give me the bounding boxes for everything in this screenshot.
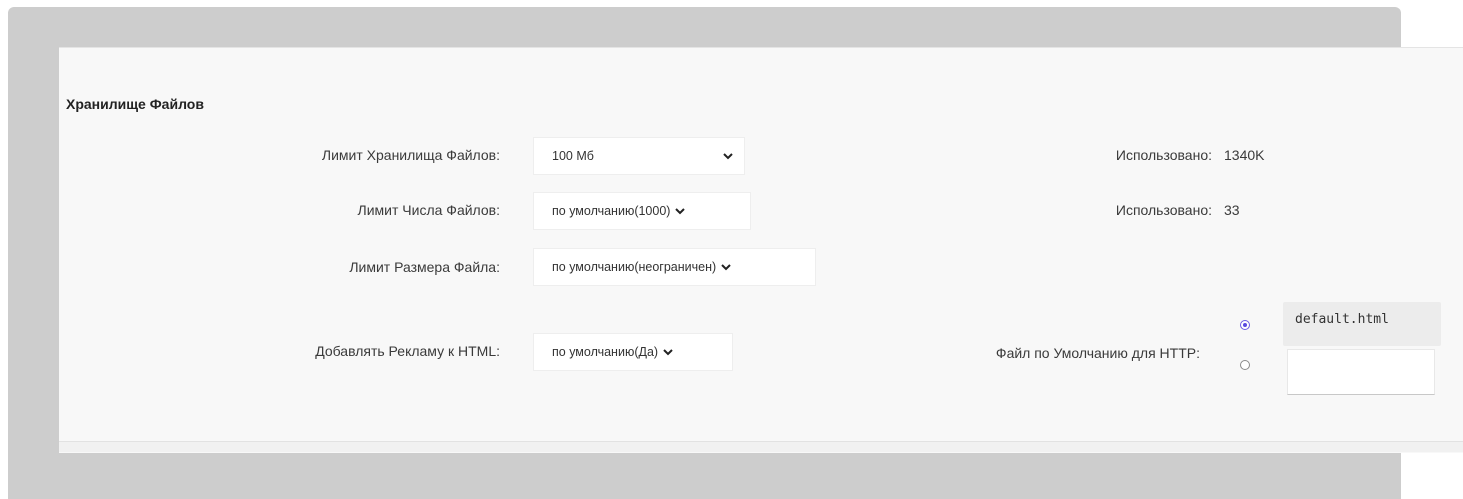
panel-bottom-edge xyxy=(59,441,1463,452)
default-file-preset-radio[interactable] xyxy=(1240,320,1250,330)
file-count-used-label: Использовано: xyxy=(1115,202,1212,218)
chevron-down-icon xyxy=(663,349,673,356)
file-count-limit-value: по умолчанию(1000) xyxy=(552,204,671,218)
storage-used-value: 1340K xyxy=(1224,147,1265,163)
default-file-preset-value: default.html xyxy=(1283,302,1441,346)
default-file-custom-radio[interactable] xyxy=(1240,360,1250,370)
file-size-limit-select[interactable]: по умолчанию(неограничен) xyxy=(533,248,816,286)
default-http-file-label: Файл по Умолчанию для HTTP: xyxy=(995,345,1200,361)
storage-limit-label: Лимит Хранилища Файлов: xyxy=(321,147,500,163)
default-file-custom-input[interactable] xyxy=(1287,349,1435,395)
storage-used-label: Использовано: xyxy=(1115,147,1212,163)
add-ads-html-select[interactable]: по умолчанию(Да) xyxy=(533,333,733,371)
add-ads-html-label: Добавлять Рекламу к HTML: xyxy=(315,343,500,359)
storage-limit-value: 100 Мб xyxy=(552,149,594,163)
file-size-limit-label: Лимит Размера Файла: xyxy=(349,259,500,275)
file-count-used-value: 33 xyxy=(1224,202,1240,218)
chevron-down-icon xyxy=(675,208,686,215)
file-count-limit-select[interactable]: по умолчанию(1000) xyxy=(533,192,751,230)
file-count-limit-label: Лимит Числа Файлов: xyxy=(357,202,500,218)
chevron-down-icon xyxy=(723,153,733,160)
add-ads-html-value: по умолчанию(Да) xyxy=(552,345,659,359)
storage-limit-select[interactable]: 100 Мб xyxy=(533,137,745,175)
file-size-limit-value: по умолчанию(неограничен) xyxy=(552,260,717,274)
section-title: Хранилище Файлов xyxy=(66,96,204,112)
chevron-down-icon xyxy=(721,264,731,271)
